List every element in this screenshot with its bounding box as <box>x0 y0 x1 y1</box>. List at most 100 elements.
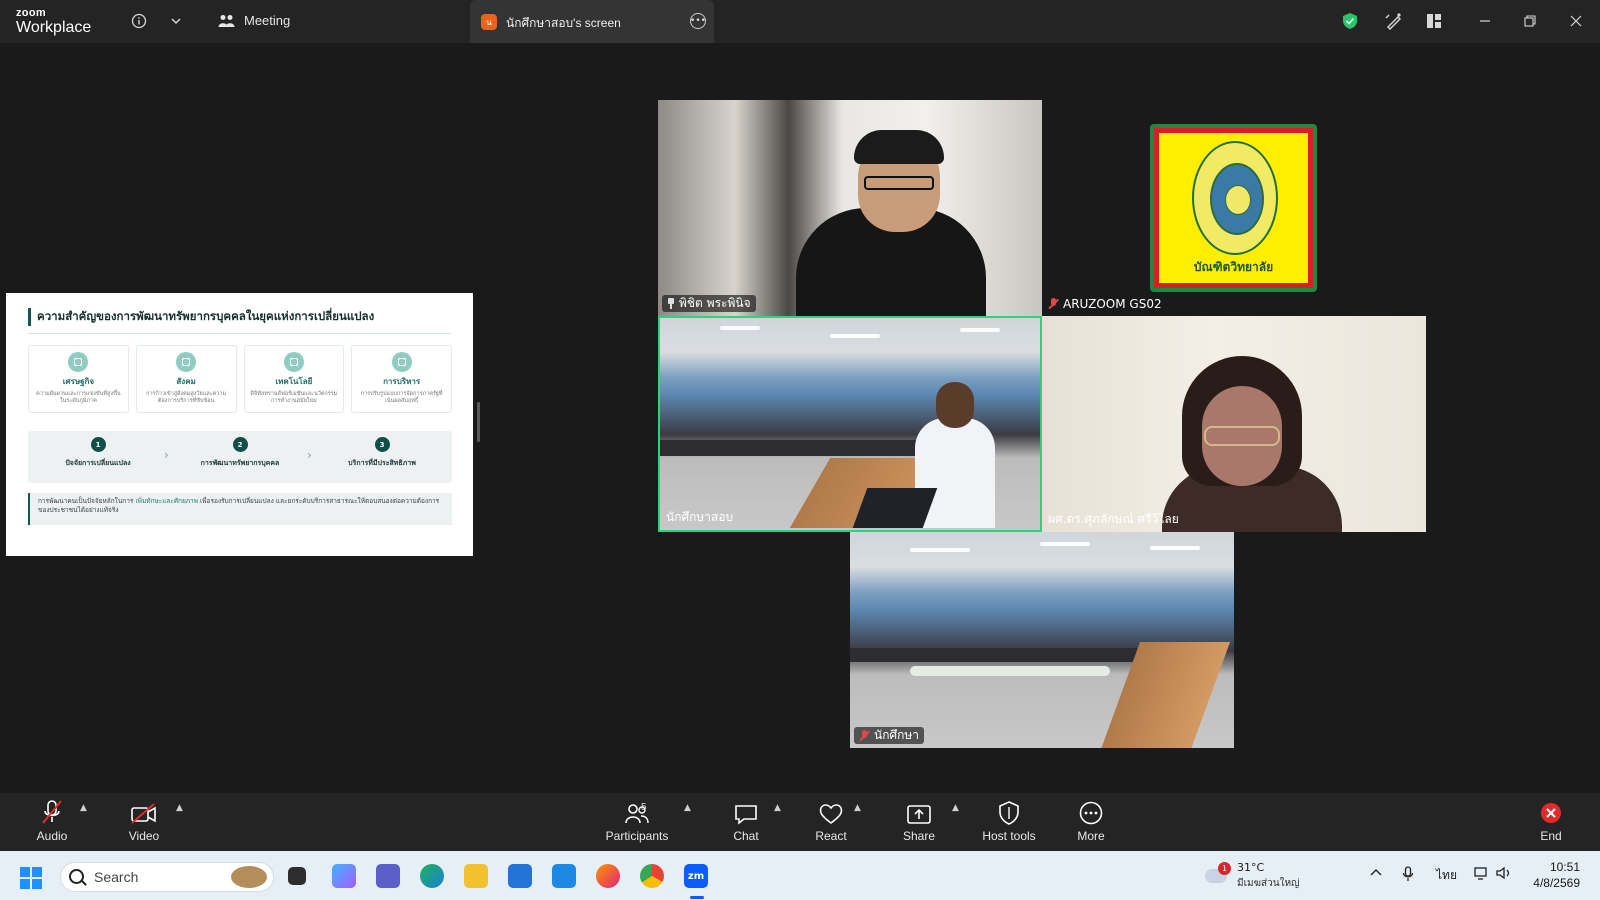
people-icon <box>218 14 235 27</box>
chat-options-caret[interactable]: ▲ <box>774 803 781 813</box>
more-label: More <box>1077 829 1105 843</box>
card-title: สังคม <box>176 377 196 386</box>
video-options-caret[interactable]: ▲ <box>176 803 183 813</box>
ceiling-light <box>830 334 880 338</box>
taskbar-search[interactable]: Search <box>60 862 274 892</box>
seal-text: บัณฑิตวิทยาลัย <box>1193 260 1274 274</box>
card-desc: การปรับรูปแบบการจัดการภาครัฐที่เน้นผลสัม… <box>360 391 443 405</box>
end-label: End <box>1540 829 1562 843</box>
heart-icon <box>819 804 843 825</box>
shared-screen-tab[interactable]: น นักศึกษาสอบ's screen ••• <box>470 0 714 43</box>
microphone-icon[interactable] <box>1402 866 1414 885</box>
participants-button[interactable]: Participants 5 <box>604 793 670 851</box>
teams-icon[interactable] <box>376 864 400 888</box>
firefox-icon[interactable] <box>596 864 620 888</box>
chrome-icon[interactable] <box>640 864 664 888</box>
video-button[interactable]: Video <box>120 793 168 851</box>
org-chart-icon <box>391 352 412 372</box>
video-tile[interactable]: ผศ.ดร.ศุภลักษณ์ ศรีวิไลย <box>1042 316 1426 532</box>
windows-start-icon[interactable] <box>20 867 42 889</box>
table <box>850 648 1150 662</box>
flower-row <box>910 666 1110 676</box>
clock-time: 10:51 <box>1549 860 1580 874</box>
task-view-icon[interactable] <box>288 867 306 885</box>
annotate-icon[interactable] <box>1384 11 1404 31</box>
more-options-icon[interactable]: ••• <box>690 13 706 29</box>
participant-name: นักศึกษา <box>874 728 919 742</box>
minimize-icon[interactable] <box>1475 11 1495 31</box>
search-placeholder: Search <box>94 869 139 885</box>
view-layout-icon[interactable] <box>1424 11 1444 31</box>
screen-tab-badge: น <box>481 14 497 30</box>
split-drag-handle[interactable] <box>477 402 480 442</box>
participant-name: ARUZOOM GS02 <box>1063 296 1162 311</box>
mail-icon[interactable] <box>552 864 576 888</box>
volume-icon[interactable] <box>1496 866 1512 883</box>
shield-icon <box>999 801 1019 825</box>
card-desc: ดิจิทัลทรานส์ฟอร์เมชันและนวัตกรรมการทำงา… <box>250 391 338 405</box>
end-call-icon <box>1541 803 1561 823</box>
chat-icon <box>735 805 757 825</box>
zoom-workplace-logo: zoom Workplace <box>16 8 91 36</box>
participants-count: 5 <box>641 802 647 813</box>
chevron-right-icon: › <box>164 448 169 462</box>
file-explorer-icon[interactable] <box>464 864 488 888</box>
note-text: การพัฒนาคนเป็นปัจจัยหลักในการ <box>38 497 136 505</box>
shield-icon[interactable] <box>1340 11 1360 31</box>
copilot-icon[interactable] <box>332 864 356 888</box>
audio-button[interactable]: Audio <box>28 793 76 851</box>
chat-label: Chat <box>733 829 759 843</box>
ceiling-light <box>910 548 970 552</box>
slide-steps: 1 ปัจจัยการเปลี่ยนแปลง › 2 การพัฒนาทรัพย… <box>28 431 452 483</box>
participants-label: Participants <box>605 829 669 843</box>
chevron-down-icon[interactable] <box>166 11 186 31</box>
step-item: 3 บริการที่มีประสิทธิภาพ <box>312 437 452 469</box>
audio-options-caret[interactable]: ▲ <box>80 803 87 813</box>
close-icon[interactable] <box>1566 11 1586 31</box>
video-tile[interactable]: นักศึกษา <box>850 532 1234 748</box>
weather-badge: 1 <box>1218 862 1231 875</box>
share-button[interactable]: Share <box>898 793 940 851</box>
video-tile[interactable]: พิชิต พระพินิจ <box>658 100 1042 316</box>
info-icon[interactable] <box>129 11 149 31</box>
meeting-tab[interactable]: Meeting <box>218 13 290 28</box>
participants-options-caret[interactable]: ▲ <box>684 803 691 813</box>
network-icon[interactable] <box>1474 866 1490 883</box>
participant-name-tag: ผศ.ดร.ศุภลักษณ์ ศรีวิไลย <box>1048 511 1179 528</box>
share-icon <box>907 805 931 824</box>
participant-name-tag: นักศึกษาสอบ <box>666 509 733 526</box>
seal-background: บัณฑิตวิทยาลัย <box>1159 133 1308 283</box>
slide-divider <box>28 333 451 334</box>
host-tools-button[interactable]: Host tools <box>978 793 1040 851</box>
system-clock[interactable]: 10:51 4/8/2569 <box>1520 859 1580 891</box>
chat-button[interactable]: Chat <box>726 793 766 851</box>
edge-icon[interactable] <box>420 864 444 888</box>
ceiling-light <box>720 326 760 330</box>
audio-label: Audio <box>36 829 68 843</box>
step-label: การพัฒนาทรัพยากรบุคคล <box>200 459 280 467</box>
seal-emblem-icon <box>1192 141 1278 255</box>
end-button[interactable]: End <box>1531 793 1571 851</box>
microsoft-store-icon[interactable] <box>508 864 532 888</box>
shared-screen-slide[interactable]: ความสำคัญของการพัฒนาทรัพยากรบุคคลในยุคแห… <box>6 293 473 556</box>
language-indicator[interactable]: ไทย <box>1436 866 1457 885</box>
university-seal-avatar: บัณฑิตวิทยาลัย <box>1150 124 1317 292</box>
share-label: Share <box>902 829 936 843</box>
clock-date: 4/8/2569 <box>1533 876 1580 890</box>
seal-core <box>1225 185 1251 215</box>
chip-icon <box>283 352 304 372</box>
note-highlight: เพิ่มทักษะและศักยภาพ <box>135 497 198 505</box>
participant-name: นักศึกษาสอบ <box>666 510 734 524</box>
slide-cards: เศรษฐกิจ ความผันผวนและการแข่งขันที่สูงขึ… <box>28 345 452 413</box>
chevron-up-icon[interactable] <box>1370 866 1382 880</box>
more-button[interactable]: More <box>1070 793 1112 851</box>
share-options-caret[interactable]: ▲ <box>952 803 959 813</box>
restore-icon[interactable] <box>1520 11 1540 31</box>
weather-widget[interactable]: 1 31°C มีเมฆส่วนใหญ่ <box>1205 859 1305 893</box>
react-button[interactable]: React <box>810 793 852 851</box>
search-highlight-owl-icon <box>231 866 267 888</box>
react-options-caret[interactable]: ▲ <box>854 803 861 813</box>
zoom-app-icon[interactable]: zm <box>684 864 708 888</box>
video-tile-active[interactable]: นักศึกษาสอบ <box>658 316 1042 532</box>
card-title: เศรษฐกิจ <box>62 377 95 386</box>
